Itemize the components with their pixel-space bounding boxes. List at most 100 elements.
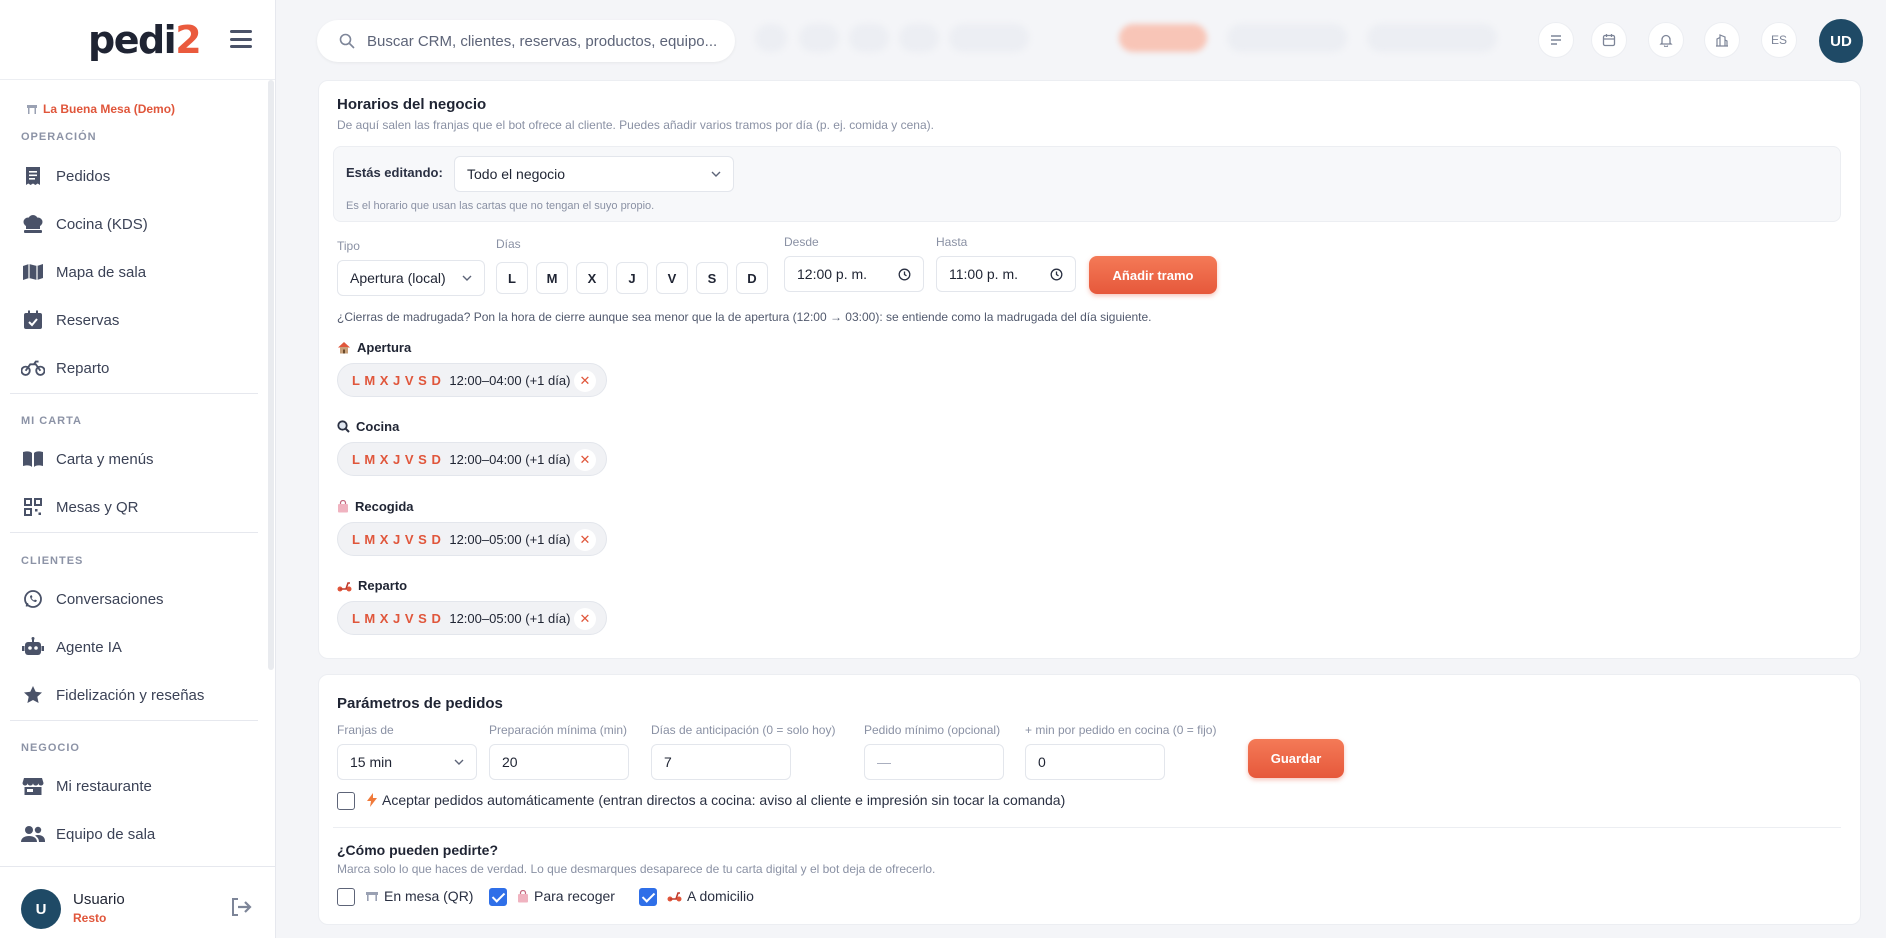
topbar: Buscar CRM, clientes, reservas, producto… (277, 0, 1886, 80)
blurred-nav-item[interactable] (849, 24, 889, 52)
option-en-mesa-checkbox[interactable] (337, 888, 355, 906)
app-logo[interactable]: pedi2 (88, 18, 202, 62)
option-recoger-checkbox[interactable] (489, 888, 507, 906)
sidebar-divider (10, 393, 258, 394)
search-box[interactable]: Buscar CRM, clientes, reservas, producto… (317, 20, 735, 62)
add-tramo-button[interactable]: Añadir tramo (1089, 256, 1217, 294)
sidebar-item-pedidos[interactable]: Pedidos (21, 161, 110, 191)
hasta-label: Hasta (936, 235, 968, 249)
calendar-check-icon (21, 308, 45, 332)
hasta-input[interactable]: 11:00 p. m. (936, 256, 1076, 292)
map-icon (21, 260, 45, 284)
sidebar-divider (10, 532, 258, 533)
como-subtitle: Marca solo lo que haces de verdad. Lo qu… (337, 862, 936, 876)
sidebar-item-mapa[interactable]: Mapa de sala (21, 257, 146, 287)
tramo-days: L M X J V S D (352, 610, 442, 626)
menu-toggle-icon[interactable] (230, 30, 252, 48)
building-icon[interactable] (1704, 22, 1740, 58)
close-icon[interactable]: ✕ (574, 370, 596, 392)
tramo-range: 12:00–04:00 (+1 día) (449, 451, 571, 467)
user-name: Usuario (73, 891, 125, 908)
min-cocina-input[interactable]: 0 (1025, 744, 1165, 780)
madrugada-hint: ¿Cierras de madrugada? Pon la hora de ci… (337, 310, 1152, 324)
group-recogida: Recogida (337, 499, 414, 514)
bell-icon[interactable] (1648, 22, 1684, 58)
scooter-icon (667, 892, 682, 902)
calendar-icon[interactable] (1591, 22, 1627, 58)
sidebar-item-conversaciones[interactable]: Conversaciones (21, 584, 164, 614)
logout-icon[interactable] (230, 897, 252, 920)
sidebar-item-equipo[interactable]: Equipo de sala (21, 819, 155, 849)
save-button[interactable]: Guardar (1248, 739, 1344, 778)
chef-hat-icon (21, 212, 45, 236)
option-en-mesa-label: En mesa (QR) (365, 888, 473, 904)
close-icon[interactable]: ✕ (574, 529, 596, 551)
sidebar-item-carta[interactable]: Carta y menús (21, 444, 154, 474)
sidebar-item-agente[interactable]: Agente IA (21, 632, 122, 662)
auto-accept-label: Aceptar pedidos automáticamente (entran … (367, 792, 1065, 808)
sidebar-scrollbar[interactable] (268, 80, 274, 670)
blurred-nav-item[interactable] (755, 24, 787, 52)
day-toggle-j[interactable]: J (616, 262, 648, 294)
day-toggle-v[interactable]: V (656, 262, 688, 294)
clock-icon (1050, 268, 1063, 280)
logo-accent: 2 (175, 18, 201, 62)
pedido-minimo-label: Pedido mínimo (opcional) (864, 723, 1001, 737)
desde-input[interactable]: 12:00 p. m. (784, 256, 924, 292)
sidebar-item-restaurante[interactable]: Mi restaurante (21, 771, 152, 801)
sidebar-item-fidelizacion[interactable]: Fidelización y reseñas (21, 680, 204, 710)
users-icon (21, 822, 45, 846)
section-negocio: NEGOCIO (21, 742, 80, 754)
day-toggle-x[interactable]: X (576, 262, 608, 294)
sidebar-item-label: Agente IA (56, 638, 122, 656)
sidebar-item-label: Mesas y QR (56, 498, 139, 516)
user-avatar[interactable]: UD (1819, 19, 1863, 63)
tipo-select[interactable]: Apertura (local) (337, 260, 485, 296)
day-toggle-s[interactable]: S (696, 262, 728, 294)
tramo-range: 12:00–05:00 (+1 día) (449, 531, 571, 547)
day-toggle-l[interactable]: L (496, 262, 528, 294)
blurred-nav-item[interactable] (899, 24, 939, 52)
blurred-nav-item[interactable] (799, 24, 839, 52)
logo-text: pedi (88, 18, 177, 62)
anticipacion-input[interactable]: 7 (651, 744, 791, 780)
franjas-select[interactable]: 15 min (337, 744, 477, 780)
language-switch[interactable]: ES (1761, 22, 1797, 58)
day-toggle-m[interactable]: M (536, 262, 568, 294)
sidebar-item-reparto[interactable]: Reparto (21, 353, 109, 383)
search-icon (339, 33, 355, 49)
blurred-nav-item[interactable] (1119, 24, 1207, 52)
sidebar-divider (10, 720, 258, 721)
section-divider (333, 827, 1841, 828)
editing-select[interactable]: Todo el negocio (454, 156, 734, 192)
close-icon[interactable]: ✕ (574, 449, 596, 471)
avatar[interactable]: U (21, 889, 61, 929)
sidebar-item-cocina[interactable]: Cocina (KDS) (21, 209, 148, 239)
close-icon[interactable]: ✕ (574, 608, 596, 630)
group-apertura: Apertura (337, 340, 411, 355)
prep-input[interactable]: 20 (489, 744, 629, 780)
logo-row: pedi2 (0, 0, 275, 80)
search-input[interactable]: Buscar CRM, clientes, reservas, producto… (367, 33, 717, 50)
sidebar-item-mesas[interactable]: Mesas y QR (21, 492, 139, 522)
editing-box: Estás editando: Todo el negocio Es el ho… (333, 146, 1841, 222)
user-block[interactable]: U Usuario Resto (0, 866, 276, 938)
sidebar-item-reservas[interactable]: Reservas (21, 305, 119, 335)
table-icon (366, 892, 378, 901)
tramo-pill: L M X J V S D 12:00–04:00 (+1 día) ✕ (337, 442, 607, 476)
blurred-nav-item[interactable] (1367, 24, 1497, 52)
group-cocina: Cocina (337, 419, 399, 434)
tramo-pill: L M X J V S D 12:00–05:00 (+1 día) ✕ (337, 601, 607, 635)
notes-icon[interactable] (1538, 22, 1574, 58)
auto-accept-checkbox[interactable] (337, 792, 355, 810)
table-icon (27, 105, 37, 114)
pedido-minimo-input[interactable]: — (864, 744, 1004, 780)
tramo-range: 12:00–05:00 (+1 día) (449, 610, 571, 626)
org-name[interactable]: La Buena Mesa (Demo) (26, 102, 175, 116)
como-title: ¿Cómo pueden pedirte? (337, 842, 498, 858)
option-domicilio-checkbox[interactable] (639, 888, 657, 906)
blurred-nav-item[interactable] (1227, 24, 1347, 52)
sidebar-item-label: Pedidos (56, 167, 111, 185)
blurred-nav-item[interactable] (949, 24, 1029, 52)
day-toggle-d[interactable]: D (736, 262, 768, 294)
